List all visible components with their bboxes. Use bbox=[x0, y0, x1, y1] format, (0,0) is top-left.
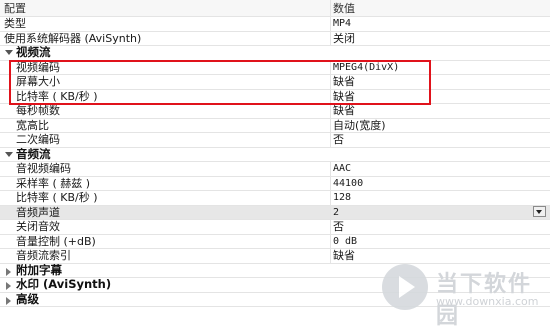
section-title: 水印 (AviSynth) bbox=[16, 277, 112, 291]
prop-value[interactable]: 0 dB bbox=[333, 235, 357, 248]
prop-label: 音频流索引 bbox=[16, 249, 71, 262]
prop-row-type[interactable]: 类型 MP4 bbox=[0, 17, 550, 32]
prop-label: 音频声道 bbox=[16, 205, 60, 219]
column-divider bbox=[330, 118, 331, 132]
prop-label: 比特率 ( KB/秒 ) bbox=[16, 191, 98, 204]
prop-value[interactable]: MP4 bbox=[333, 17, 351, 30]
section-title: 音频流 bbox=[16, 146, 51, 161]
prop-row-system-decoder[interactable]: 使用系统解码器 (AviSynth) 关闭 bbox=[0, 31, 550, 46]
highlight-box bbox=[9, 60, 431, 105]
prop-row-audio-channels[interactable]: 音频声道 2 bbox=[0, 205, 550, 220]
prop-row-audio-codec[interactable]: 音视频编码 AAC bbox=[0, 162, 550, 177]
prop-value[interactable]: 自动(宽度) bbox=[333, 119, 386, 132]
chevron-right-icon[interactable] bbox=[6, 267, 11, 276]
prop-value[interactable]: 关闭 bbox=[333, 32, 355, 45]
prop-label: 音量控制 (+dB) bbox=[16, 234, 96, 248]
chevron-down-icon[interactable] bbox=[5, 50, 13, 55]
chevron-right-icon[interactable] bbox=[6, 296, 11, 305]
dropdown-button[interactable] bbox=[533, 205, 546, 217]
column-divider bbox=[330, 205, 331, 219]
column-divider bbox=[330, 234, 331, 248]
prop-value[interactable]: AAC bbox=[333, 162, 351, 175]
column-divider bbox=[330, 17, 331, 31]
section-video[interactable]: 视频流 bbox=[0, 46, 550, 61]
prop-value[interactable]: 2 bbox=[333, 206, 339, 219]
watermark-logo-icon bbox=[382, 264, 428, 310]
column-divider bbox=[330, 31, 331, 45]
prop-row-two-pass[interactable]: 二次编码 否 bbox=[0, 133, 550, 148]
prop-label: 采样率 ( 赫兹 ) bbox=[16, 176, 91, 190]
prop-value[interactable]: 缺省 bbox=[333, 104, 355, 117]
header-name: 配置 bbox=[4, 2, 26, 15]
column-divider bbox=[330, 176, 331, 190]
section-title: 附加字幕 bbox=[16, 262, 62, 277]
chevron-right-icon[interactable] bbox=[6, 282, 11, 290]
prop-label: 类型 bbox=[4, 17, 26, 30]
prop-value[interactable]: 否 bbox=[333, 220, 344, 233]
column-divider bbox=[330, 0, 331, 16]
prop-label: 宽高比 bbox=[16, 118, 49, 132]
header-value: 数值 bbox=[333, 2, 355, 15]
prop-label: 关闭音效 bbox=[16, 220, 60, 233]
prop-value[interactable]: 128 bbox=[333, 191, 351, 204]
column-divider bbox=[330, 104, 331, 118]
prop-row-aspect[interactable]: 宽高比 自动(宽度) bbox=[0, 118, 550, 133]
prop-label: 音视频编码 bbox=[16, 162, 71, 175]
prop-value[interactable]: 否 bbox=[333, 133, 344, 146]
section-title: 视频流 bbox=[16, 45, 51, 59]
prop-row-audio-bitrate[interactable]: 比特率 ( KB/秒 ) 128 bbox=[0, 191, 550, 206]
prop-value[interactable]: 44100 bbox=[333, 177, 363, 190]
section-title: 高级 bbox=[16, 291, 39, 306]
prop-label: 使用系统解码器 (AviSynth) bbox=[4, 31, 142, 45]
prop-value[interactable]: 缺省 bbox=[333, 249, 355, 262]
watermark-url: www.downxia.com bbox=[436, 295, 539, 308]
column-divider bbox=[330, 220, 331, 234]
chevron-down-icon[interactable] bbox=[5, 151, 13, 157]
column-divider bbox=[330, 249, 331, 263]
prop-row-volume[interactable]: 音量控制 (+dB) 0 dB bbox=[0, 234, 550, 249]
column-divider bbox=[330, 191, 331, 205]
prop-label: 每秒帧数 bbox=[16, 104, 60, 117]
section-audio[interactable]: 音频流 bbox=[0, 146, 550, 162]
column-divider bbox=[330, 133, 331, 147]
prop-label: 二次编码 bbox=[16, 133, 60, 146]
site-watermark: 当下软件园 www.downxia.com bbox=[380, 262, 550, 329]
grid-header: 配置 数值 bbox=[0, 0, 550, 17]
prop-row-mute[interactable]: 关闭音效 否 bbox=[0, 220, 550, 235]
column-divider bbox=[330, 162, 331, 176]
chevron-down-icon bbox=[536, 209, 542, 214]
prop-row-sample-rate[interactable]: 采样率 ( 赫兹 ) 44100 bbox=[0, 176, 550, 191]
prop-row-fps[interactable]: 每秒帧数 缺省 bbox=[0, 104, 550, 119]
